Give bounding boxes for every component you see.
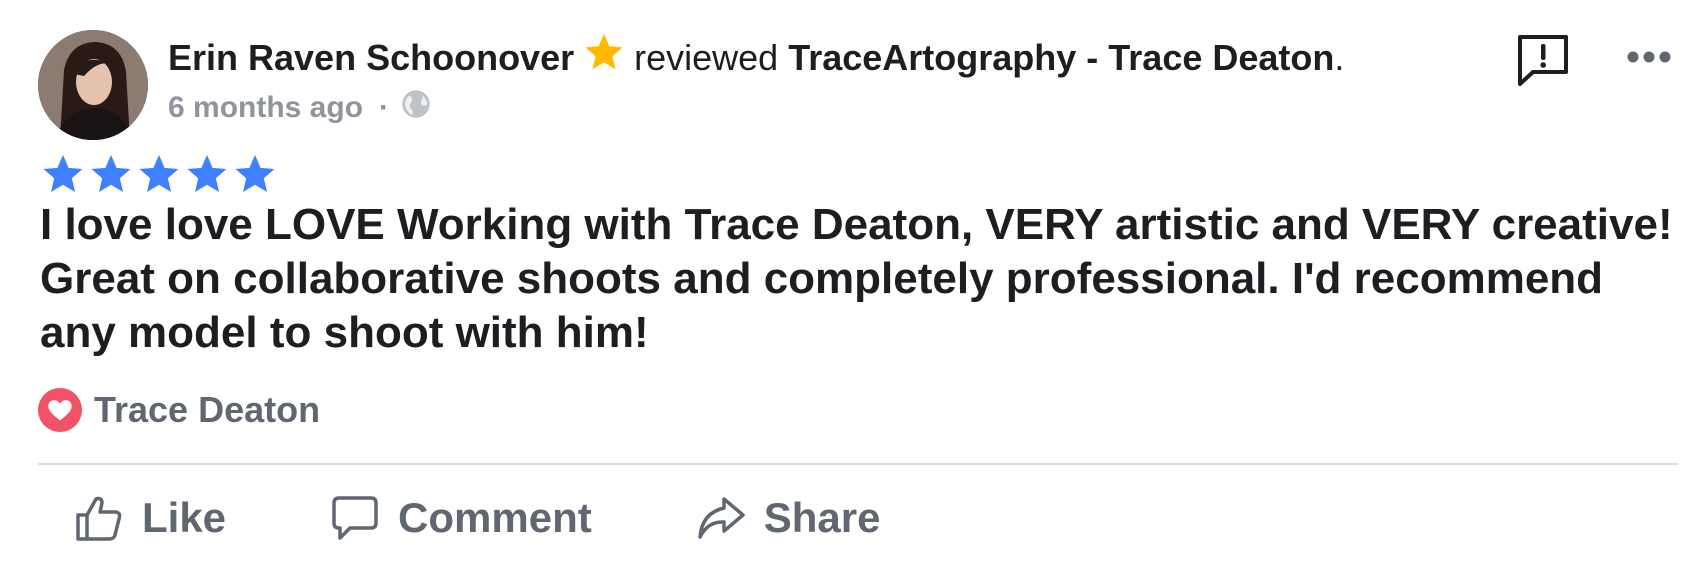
reviewer-name[interactable]: Erin Raven Schoonover xyxy=(168,37,574,79)
star-icon xyxy=(582,31,626,75)
rating-star-icon xyxy=(187,154,227,193)
timestamp[interactable]: 6 months ago xyxy=(168,91,363,125)
comment-button[interactable]: Comment xyxy=(330,493,592,543)
post-meta: 6 months ago · xyxy=(168,88,431,128)
report-button[interactable] xyxy=(1515,32,1571,88)
reactor-name: Trace Deaton xyxy=(94,389,321,430)
page-name[interactable]: TraceArtography - Trace Deaton xyxy=(788,37,1334,79)
rating-star-icon xyxy=(43,154,83,193)
thumbs-up-icon xyxy=(76,496,122,541)
globe-icon[interactable] xyxy=(401,89,431,127)
rating-star-icon xyxy=(139,154,179,193)
reactions-summary[interactable]: Trace Deaton xyxy=(38,388,320,432)
like-label: Like xyxy=(142,494,227,541)
report-icon xyxy=(1518,35,1568,86)
more-options-button[interactable] xyxy=(1624,42,1674,72)
share-icon xyxy=(697,497,745,539)
comment-icon xyxy=(332,496,378,540)
action-bar: Like Comment Share xyxy=(74,488,880,548)
rating-star-icon xyxy=(235,154,275,193)
meta-separator: · xyxy=(379,91,390,124)
review-text: I love love LOVE Working with Trace Deat… xyxy=(40,200,1673,357)
divider xyxy=(38,463,1678,465)
heart-icon xyxy=(38,388,82,432)
more-icon xyxy=(1627,51,1671,63)
star-rating xyxy=(40,152,278,198)
rating-star-icon xyxy=(91,154,131,193)
header-period: . xyxy=(1334,37,1345,78)
avatar-image xyxy=(38,30,148,140)
like-button[interactable]: Like xyxy=(74,493,226,543)
comment-label: Comment xyxy=(398,494,592,541)
share-button[interactable]: Share xyxy=(696,493,881,543)
avatar[interactable] xyxy=(38,30,148,140)
share-label: Share xyxy=(763,494,881,541)
post-header: Erin Raven Schoonover reviewed TraceArto… xyxy=(168,28,1344,88)
action-text: reviewed xyxy=(634,37,779,78)
